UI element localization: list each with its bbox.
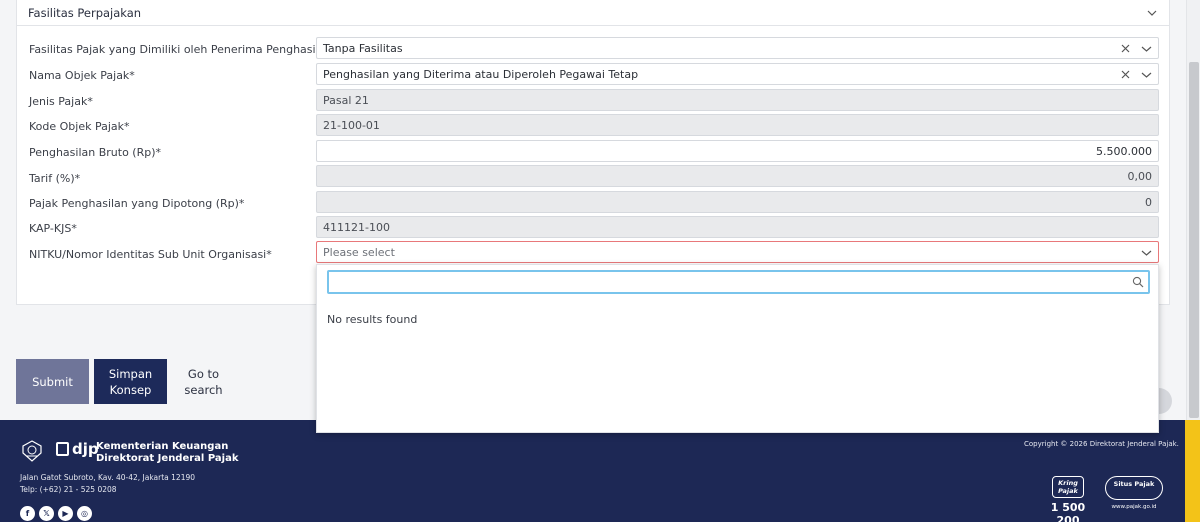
pajak-dipotong-value: 0 [1145,195,1152,209]
footer: djp Kementerian Keuangan Direktorat Jend… [0,420,1200,522]
youtube-icon[interactable]: ▶ [58,506,73,521]
simpan-konsep-label: Simpan Konsep [108,366,153,397]
jenis-pajak-field: Pasal 21 [316,89,1159,111]
dropdown-search-box[interactable] [327,270,1150,294]
panel-header[interactable]: Fasilitas Perpajakan [17,0,1169,26]
kode-objek-pajak-value: 21-100-01 [323,118,380,132]
dropdown-search-input[interactable] [333,274,1123,290]
org-name-line1: Kementerian Keuangan [96,441,229,452]
simpan-konsep-button[interactable]: Simpan Konsep [94,359,167,404]
social-links: f 𝕏 ▶ ◎ [20,506,92,521]
facebook-icon[interactable]: f [20,506,35,521]
fasilitas-perpajakan-panel: Fasilitas Perpajakan Fasilitas Pajak yan… [16,0,1170,305]
scrollbar-thumb[interactable] [1189,62,1199,418]
label-kap-kjs: KAP-KJS* [29,222,77,235]
label-penghasilan-bruto: Penghasilan Bruto (Rp)* [29,146,162,159]
clear-icon[interactable] [1120,43,1131,54]
label-fasilitas-pajak: Fasilitas Pajak yang Dimiliki oleh Pener… [29,43,338,56]
label-nama-objek-pajak: Nama Objek Pajak* [29,69,135,82]
instagram-icon[interactable]: ◎ [77,506,92,521]
search-icon [1132,276,1144,288]
org-name-line2: Direktorat Jenderal Pajak [96,453,239,464]
submit-button[interactable]: Submit [16,359,89,404]
tarif-value: 0,00 [1127,169,1153,183]
organization-name: Kementerian Keuangan Direktorat Jenderal… [96,441,238,465]
clear-icon[interactable] [1120,69,1131,80]
no-results-text: No results found [327,313,418,326]
label-nitku: NITKU/Nomor Identitas Sub Unit Organisas… [29,248,272,261]
copyright-text: Copyright © 2026 Direktorat Jenderal Paj… [1024,440,1179,448]
chevron-down-icon[interactable] [1147,8,1157,18]
penghasilan-bruto-value: 5.500.000 [1096,144,1152,158]
penghasilan-bruto-input[interactable]: 5.500.000 [316,140,1159,162]
go-to-search-label: Go to search [184,366,223,397]
nama-objek-pajak-value: Penghasilan yang Diterima atau Diperoleh… [323,67,639,81]
page-scrollbar[interactable] [1186,0,1200,420]
nitku-select[interactable]: Please select [316,241,1159,263]
x-icon[interactable]: 𝕏 [39,506,54,521]
kring-pajak-badge: Kring Pajak [1052,476,1084,498]
nama-objek-pajak-select[interactable]: Penghasilan yang Diterima atau Diperoleh… [316,63,1159,85]
tarif-field: 0,00 [316,165,1159,187]
label-pajak-dipotong: Pajak Penghasilan yang Dipotong (Rp)* [29,197,245,210]
nitku-dropdown: No results found [316,264,1159,433]
nitku-placeholder: Please select [323,245,395,259]
pajak-dipotong-field: 0 [316,191,1159,213]
djp-logo-text: djp [72,440,99,458]
footer-address: Jalan Gatot Subroto, Kav. 40-42, Jakarta… [20,472,195,496]
kring-pajak[interactable]: Kring Pajak 1 500 200 [1040,476,1096,522]
djp-logo: djp [56,440,99,458]
chevron-down-icon[interactable] [1141,43,1152,54]
situs-pajak[interactable]: Situs Pajak www.pajak.go.id [1104,476,1164,510]
label-tarif: Tarif (%)* [29,172,81,185]
go-to-search-link[interactable]: Go to search [176,359,231,404]
chevron-down-icon[interactable] [1141,247,1152,258]
kring-pajak-number: 1 500 200 [1050,501,1086,522]
situs-pajak-url: www.pajak.go.id [1111,504,1157,510]
fasilitas-pajak-select[interactable]: Tanpa Fasilitas [316,37,1159,59]
kode-objek-pajak-field: 21-100-01 [316,114,1159,136]
situs-pajak-badge: Situs Pajak [1105,476,1163,500]
address-text: Jalan Gatot Subroto, Kav. 40-42, Jakarta… [20,473,196,482]
jenis-pajak-value: Pasal 21 [323,93,369,107]
djp-logo-box-icon [56,442,69,456]
kap-kjs-value: 411121-100 [323,220,390,234]
label-jenis-pajak: Jenis Pajak* [29,95,93,108]
chevron-down-icon[interactable] [1141,69,1152,80]
footer-accent-bar [1185,420,1200,522]
phone-text: Telp: (+62) 21 - 525 0208 [20,485,117,494]
label-kode-objek-pajak: Kode Objek Pajak* [29,120,130,133]
fasilitas-pajak-value: Tanpa Fasilitas [323,41,403,55]
kemenkeu-emblem-icon [22,440,42,462]
kap-kjs-field: 411121-100 [316,216,1159,238]
panel-title: Fasilitas Perpajakan [28,5,142,20]
